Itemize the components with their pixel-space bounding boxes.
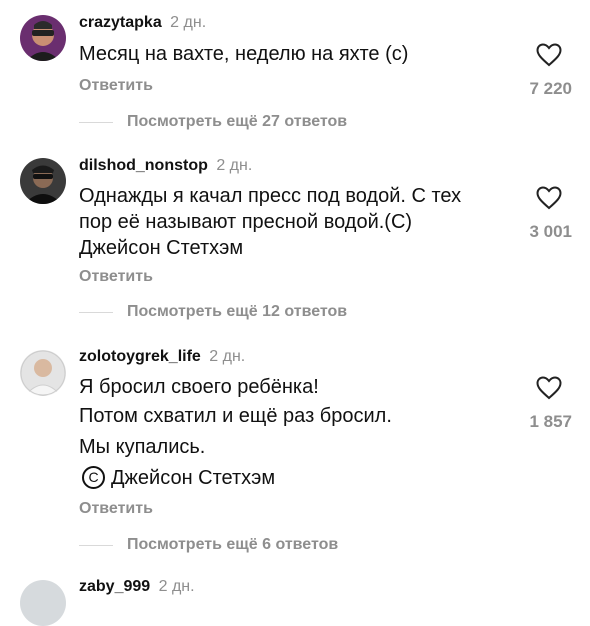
avatar[interactable]: [20, 15, 66, 61]
comment-text: Месяц на вахте, неделю на яхте (с): [79, 43, 409, 65]
comment-meta: zaby_999 2 дн.: [79, 578, 195, 596]
comment-meta: crazytapka 2 дн.: [79, 14, 206, 32]
comment-text: Потом схватил и ещё раз бросил.: [79, 405, 392, 427]
view-more-replies-label[interactable]: Посмотреть ещё 6 ответов: [127, 536, 338, 554]
username[interactable]: zaby_999: [79, 578, 150, 595]
username[interactable]: zolotoygrek_life: [79, 348, 201, 365]
avatar[interactable]: [20, 350, 66, 396]
comment-text: Мы купались.: [79, 436, 206, 458]
comment-text: C Джейсон Стетхэм: [82, 466, 275, 490]
like-count: 3 001: [529, 222, 572, 241]
heart-icon[interactable]: [536, 376, 562, 400]
divider: [79, 122, 113, 123]
username[interactable]: dilshod_nonstop: [79, 157, 208, 174]
heart-icon[interactable]: [536, 43, 562, 67]
view-more-replies-label[interactable]: Посмотреть ещё 12 ответов: [127, 303, 347, 321]
avatar[interactable]: [20, 158, 66, 204]
timestamp: 2 дн.: [209, 348, 246, 365]
reply-button[interactable]: Ответить: [79, 500, 153, 518]
comment-text: Джейсон Стетхэм: [79, 237, 244, 259]
comment-text: Однажды я качал пресс под водой. С тех: [79, 185, 462, 207]
reply-button[interactable]: Ответить: [79, 268, 153, 286]
timestamp: 2 дн.: [216, 157, 253, 174]
username[interactable]: crazytapka: [79, 14, 162, 31]
divider: [79, 545, 113, 546]
comment-meta: dilshod_nonstop 2 дн.: [79, 157, 252, 175]
reply-button[interactable]: Ответить: [79, 77, 153, 95]
comment-text: пор её называют пресной водой.(С): [79, 211, 413, 233]
comment-text-author: Джейсон Стетхэм: [111, 467, 276, 489]
like-count: 1 857: [529, 412, 572, 431]
view-more-replies-label[interactable]: Посмотреть ещё 27 ответов: [127, 113, 347, 131]
comment-meta: zolotoygrek_life 2 дн.: [79, 348, 245, 366]
divider: [79, 312, 113, 313]
comment-text: Я бросил своего ребёнка!: [79, 376, 319, 398]
timestamp: 2 дн.: [170, 14, 207, 31]
like-count: 7 220: [529, 79, 572, 98]
timestamp: 2 дн.: [158, 578, 195, 595]
heart-icon[interactable]: [536, 186, 562, 210]
copyright-symbol: C: [82, 466, 105, 489]
avatar[interactable]: [20, 580, 66, 626]
